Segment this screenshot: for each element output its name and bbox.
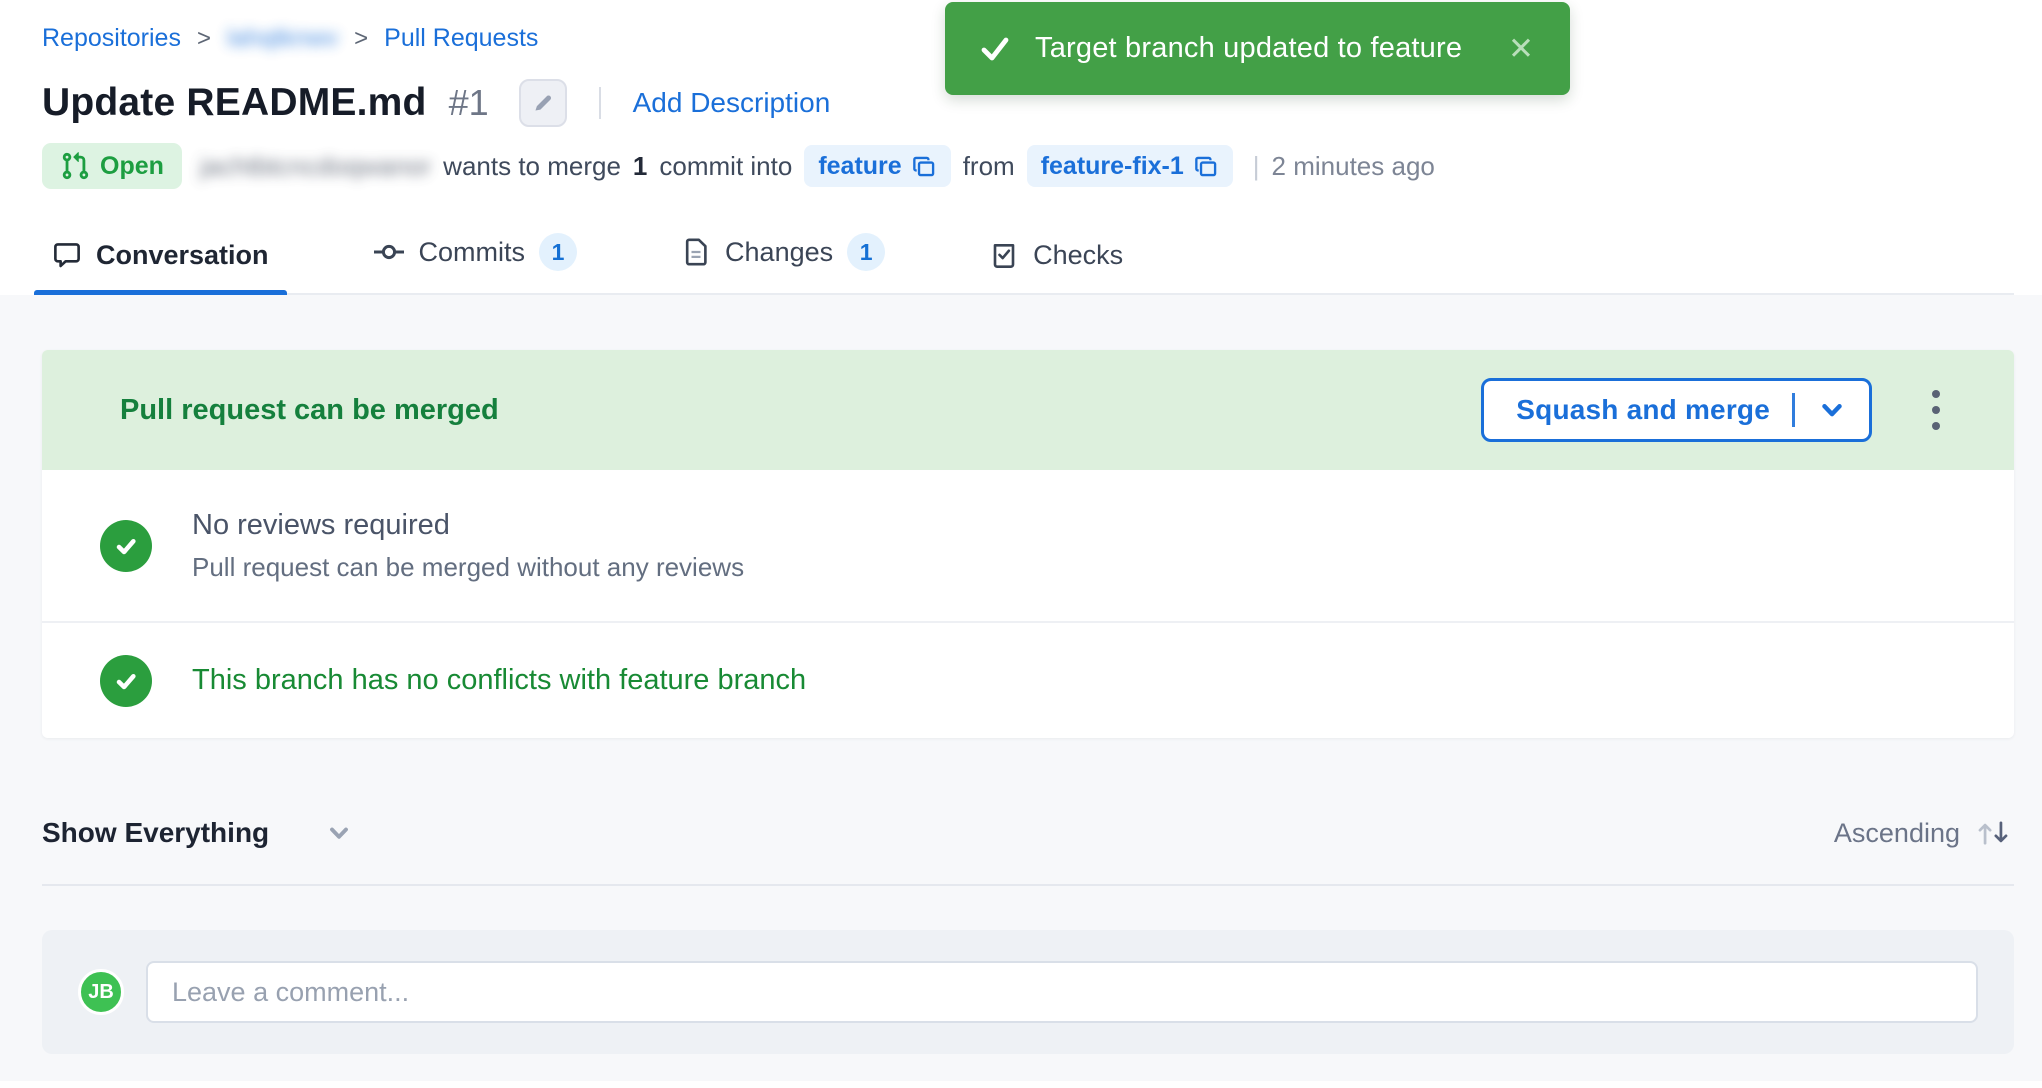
- pr-number: #1: [449, 82, 489, 124]
- status-badge: Open: [42, 143, 182, 189]
- merge-box: Pull request can be merged Squash and me…: [42, 350, 2014, 738]
- breadcrumb-separator: >: [354, 25, 368, 53]
- pencil-icon: [530, 90, 556, 116]
- breadcrumb-repositories[interactable]: Repositories: [42, 24, 181, 53]
- status-badge-label: Open: [100, 152, 164, 181]
- breadcrumb-pull-requests[interactable]: Pull Requests: [384, 24, 538, 53]
- commits-count-badge: 1: [539, 233, 577, 271]
- toast-message: Target branch updated to feature: [1035, 32, 1484, 65]
- divider: [599, 87, 601, 119]
- check-title: No reviews required: [192, 509, 744, 542]
- merge-box-header: Pull request can be merged Squash and me…: [42, 350, 2014, 470]
- avatar: JB: [78, 969, 124, 1015]
- squash-and-merge-button[interactable]: Squash and merge: [1481, 378, 1872, 442]
- merge-text-pre: wants to merge: [443, 151, 621, 182]
- merge-options-menu-button[interactable]: [1924, 382, 1948, 438]
- show-filter-dropdown[interactable]: Show Everything: [42, 817, 353, 849]
- comment-input[interactable]: [146, 961, 1978, 1023]
- chevron-down-icon: [325, 819, 353, 847]
- divider: [42, 884, 2014, 886]
- breadcrumb-repo-name-redacted[interactable]: lahqtknwv: [227, 24, 338, 53]
- pr-tabs: Conversation Commits 1 Changes 1: [42, 233, 2014, 295]
- divider: [1792, 393, 1795, 427]
- tab-checks[interactable]: Checks: [979, 240, 1133, 293]
- squash-and-merge-label: Squash and merge: [1516, 394, 1770, 426]
- commit-count: 1: [633, 151, 647, 182]
- source-branch-label: feature-fix-1: [1041, 152, 1184, 181]
- commit-icon: [373, 236, 405, 268]
- tab-changes[interactable]: Changes 1: [671, 233, 895, 293]
- close-icon[interactable]: ✕: [1508, 33, 1534, 64]
- pull-request-icon: [60, 151, 90, 181]
- timeline-controls: Show Everything Ascending: [42, 812, 2014, 854]
- tab-label: Commits: [419, 237, 526, 268]
- edit-title-button[interactable]: [519, 79, 567, 127]
- source-branch-chip[interactable]: feature-fix-1: [1027, 145, 1233, 187]
- merge-check-conflicts: This branch has no conflicts with featur…: [42, 623, 2014, 738]
- copy-icon[interactable]: [1194, 154, 1219, 179]
- changes-count-badge: 1: [847, 233, 885, 271]
- check-subtitle: Pull request can be merged without any r…: [192, 552, 744, 583]
- chevron-down-icon[interactable]: [1817, 395, 1847, 425]
- check-icon: [979, 33, 1011, 65]
- created-time: 2 minutes ago: [1272, 151, 1435, 182]
- breadcrumb-separator: >: [197, 25, 211, 53]
- author-name-redacted: jachtbtcncdoqwanor: [200, 151, 431, 182]
- add-description-link[interactable]: Add Description: [633, 87, 831, 119]
- merge-sentence: jachtbtcncdoqwanor wants to merge 1 comm…: [200, 145, 1435, 187]
- page-title: Update README.md: [42, 81, 427, 125]
- divider: |: [1253, 151, 1260, 182]
- copy-icon[interactable]: [912, 154, 937, 179]
- check-title: This branch has no conflicts with featur…: [192, 664, 806, 697]
- merge-text-post: commit into: [659, 151, 792, 182]
- target-branch-chip[interactable]: feature: [804, 145, 950, 187]
- comment-composer: JB: [42, 930, 2014, 1054]
- target-branch-label: feature: [818, 152, 901, 181]
- status-row: Open jachtbtcncdoqwanor wants to merge 1…: [42, 143, 2014, 189]
- sort-order-toggle[interactable]: Ascending: [1834, 816, 2014, 850]
- merge-status-title: Pull request can be merged: [120, 394, 1481, 427]
- checklist-icon: [989, 241, 1019, 271]
- tab-conversation[interactable]: Conversation: [42, 240, 279, 293]
- sort-order-label: Ascending: [1834, 818, 1960, 849]
- tab-label: Conversation: [96, 240, 269, 271]
- tab-commits[interactable]: Commits 1: [363, 233, 588, 293]
- show-filter-label: Show Everything: [42, 817, 269, 849]
- file-icon: [681, 237, 711, 267]
- tab-label: Changes: [725, 237, 833, 268]
- check-circle-icon: [100, 520, 152, 572]
- merge-check-reviews: No reviews required Pull request can be …: [42, 470, 2014, 623]
- from-label: from: [963, 151, 1015, 182]
- check-circle-icon: [100, 655, 152, 707]
- tab-label: Checks: [1033, 240, 1123, 271]
- toast-success: Target branch updated to feature ✕: [945, 2, 1570, 95]
- comment-bubble-icon: [52, 241, 82, 271]
- conversation-panel: Pull request can be merged Squash and me…: [0, 295, 2042, 1081]
- sort-arrows-icon: [1972, 816, 2014, 850]
